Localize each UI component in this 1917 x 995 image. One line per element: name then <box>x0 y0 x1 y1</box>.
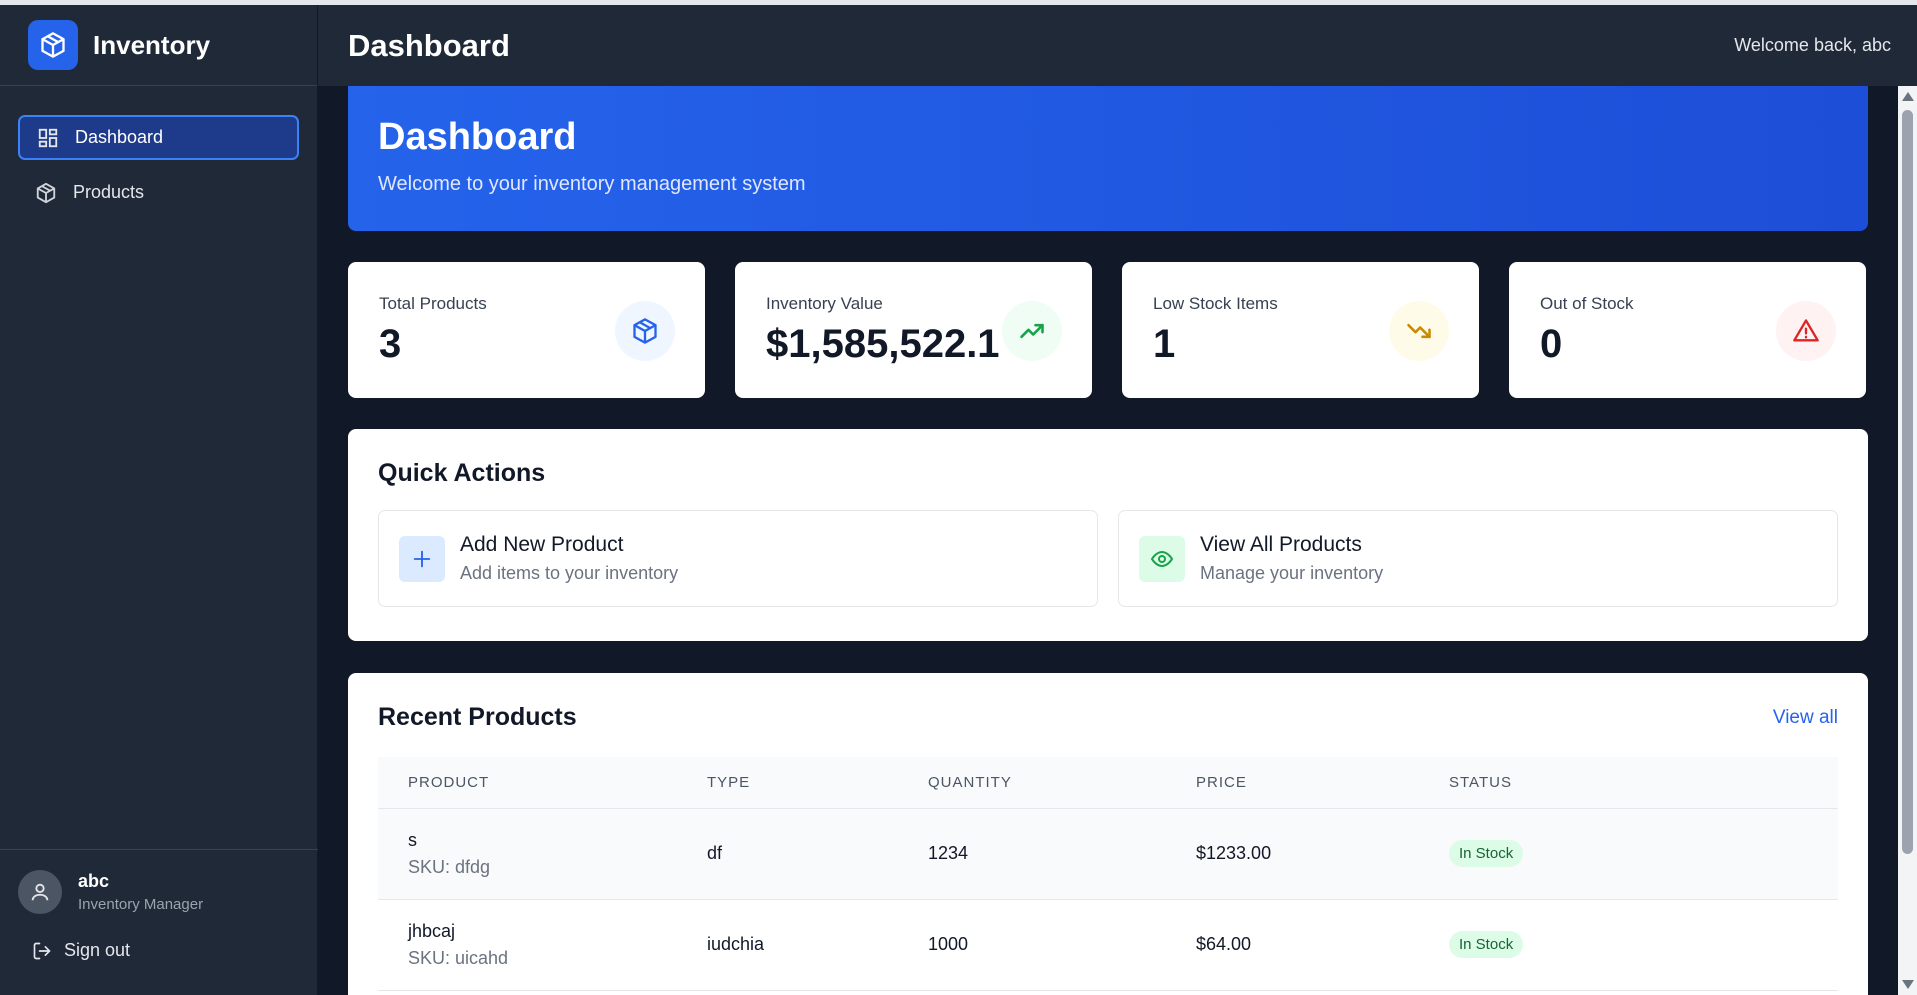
quick-action-title: Add New Product <box>460 533 624 556</box>
recent-products-table: PRODUCT TYPE QUANTITY PRICE STATUS s SKU… <box>378 757 1838 991</box>
user-profile: abc Inventory Manager <box>18 870 300 914</box>
column-header: QUANTITY <box>898 757 1166 809</box>
sidebar-item-products[interactable]: Products <box>18 170 299 215</box>
status-badge: In Stock <box>1449 931 1524 958</box>
welcome-text: Welcome back, abc <box>1734 35 1891 55</box>
sign-out-label: Sign out <box>64 940 131 960</box>
brand[interactable]: Inventory <box>0 5 317 86</box>
hero-banner: Dashboard Welcome to your inventory mana… <box>348 86 1868 231</box>
quick-action-title: View All Products <box>1200 533 1362 556</box>
main-content: Dashboard Welcome to your inventory mana… <box>318 86 1898 995</box>
quick-action-subtitle: Add items to your inventory <box>460 563 679 583</box>
sidebar-item-dashboard[interactable]: Dashboard <box>18 115 299 160</box>
hero-subtitle: Welcome to your inventory management sys… <box>378 173 806 195</box>
product-quantity: 1234 <box>898 808 1166 900</box>
recent-products-card: Recent Products View all PRODUCT TYPE QU… <box>348 673 1868 995</box>
sign-out-button[interactable]: Sign out <box>18 940 300 961</box>
column-header: TYPE <box>677 757 898 809</box>
product-name: jhbcaj <box>408 920 456 941</box>
box-icon <box>615 301 675 361</box>
recent-products-title: Recent Products <box>378 703 577 731</box>
add-new-product-button[interactable]: Add New Product Add items to your invent… <box>378 510 1098 607</box>
user-name: abc <box>78 871 110 891</box>
product-sku: SKU: dfdg <box>408 856 491 877</box>
hero-title: Dashboard <box>378 116 577 158</box>
quick-actions-title: Quick Actions <box>378 459 546 487</box>
stat-card-low-stock: Low Stock Items 1 <box>1122 262 1479 398</box>
column-header: PRICE <box>1166 757 1419 809</box>
scrollbar-thumb[interactable] <box>1902 110 1913 854</box>
product-sku: SKU: uicahd <box>408 947 509 968</box>
stat-card-total-products: Total Products 3 <box>348 262 705 398</box>
status-badge: In Stock <box>1449 840 1524 867</box>
eye-icon <box>1139 535 1185 582</box>
top-header: Dashboard Welcome back, abc <box>318 5 1917 86</box>
sidebar-item-label: Products <box>73 182 145 202</box>
sign-out-icon <box>32 941 52 961</box>
product-type: iudchia <box>677 899 898 991</box>
sidebar-footer: abc Inventory Manager Sign out <box>0 849 318 995</box>
quick-actions-card: Quick Actions Add New Product Add items … <box>348 429 1868 641</box>
box-icon <box>28 20 78 70</box>
table-row[interactable]: s SKU: dfdg df 1234 $1233.00 In Stock <box>378 808 1838 900</box>
stats-row: Total Products 3 Inventory Value $1,585,… <box>348 262 1868 398</box>
product-price: $1233.00 <box>1166 808 1419 900</box>
view-all-products-button[interactable]: View All Products Manage your inventory <box>1118 510 1838 607</box>
plus-icon <box>399 535 445 582</box>
sidebar-item-label: Dashboard <box>75 127 164 147</box>
app-name: Inventory <box>93 29 211 60</box>
scroll-down-arrow-icon[interactable] <box>1902 980 1914 989</box>
trending-up-icon <box>1002 301 1062 361</box>
view-all-link[interactable]: View all <box>1773 707 1838 729</box>
page-title: Dashboard <box>348 27 510 63</box>
stat-card-out-of-stock: Out of Stock 0 <box>1509 262 1866 398</box>
stat-card-inventory-value: Inventory Value $1,585,522.1 <box>735 262 1092 398</box>
quick-action-subtitle: Manage your inventory <box>1200 563 1384 583</box>
user-icon <box>31 883 49 901</box>
box-icon <box>33 180 59 206</box>
vertical-scrollbar[interactable] <box>1898 86 1917 995</box>
product-price: $64.00 <box>1166 899 1419 991</box>
user-role: Inventory Manager <box>78 896 204 913</box>
product-type: df <box>677 808 898 900</box>
table-row[interactable]: jhbcaj SKU: uicahd iudchia 1000 $64.00 I… <box>378 899 1838 991</box>
sidebar: Inventory Dashboard Products abc Invento… <box>0 5 318 995</box>
table-header-row: PRODUCT TYPE QUANTITY PRICE STATUS <box>378 757 1838 809</box>
product-name: s <box>408 829 417 850</box>
dashboard-grid-icon <box>35 125 61 151</box>
sidebar-nav: Dashboard Products <box>0 86 317 215</box>
alert-triangle-icon <box>1776 301 1836 361</box>
column-header: STATUS <box>1419 757 1838 809</box>
avatar <box>18 870 62 914</box>
trending-down-icon <box>1389 301 1449 361</box>
column-header: PRODUCT <box>378 757 677 809</box>
scroll-up-arrow-icon[interactable] <box>1902 92 1914 101</box>
product-quantity: 1000 <box>898 899 1166 991</box>
